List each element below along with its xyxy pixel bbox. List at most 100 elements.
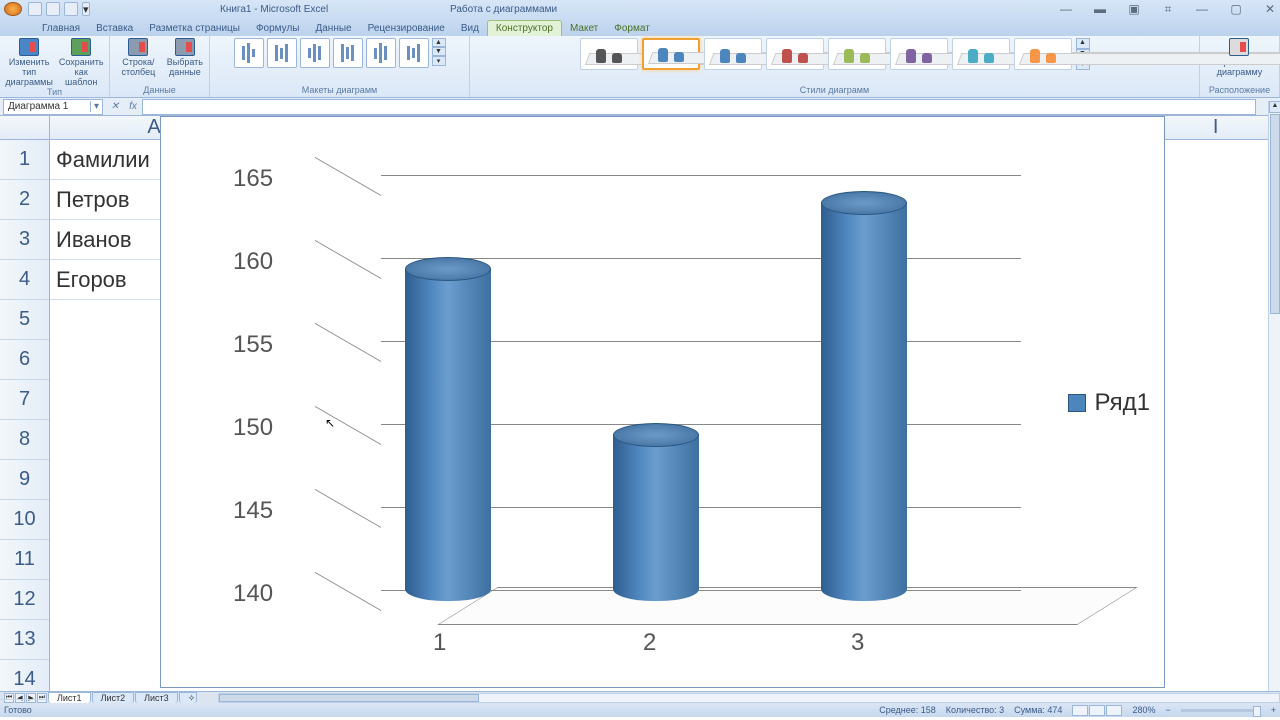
select-data-button[interactable]: Выбрать данные: [167, 38, 203, 77]
ribbon-tabs: Главная Вставка Разметка страницы Формул…: [0, 18, 1280, 36]
tab-data[interactable]: Данные: [307, 21, 359, 36]
row-header-11[interactable]: 11: [0, 540, 49, 580]
unknown-sys-icon-1[interactable]: —: [1060, 3, 1072, 15]
view-normal-icon[interactable]: [1072, 705, 1088, 716]
office-button[interactable]: [4, 2, 22, 16]
layouts-scroll[interactable]: ▲▼▾: [432, 38, 446, 66]
sheet-tab-2[interactable]: Лист2: [92, 692, 135, 703]
chart-floor: [437, 587, 1138, 625]
view-layout-icon[interactable]: [1089, 705, 1105, 716]
status-sum: Сумма: 474: [1014, 705, 1062, 715]
column-header-I[interactable]: I: [1152, 116, 1280, 139]
chart-style-6[interactable]: [890, 38, 948, 70]
name-box-dropdown-icon[interactable]: ▾: [90, 101, 102, 112]
row-header-14[interactable]: 14: [0, 660, 49, 700]
tab-insert[interactable]: Вставка: [88, 21, 141, 36]
undo-icon[interactable]: [46, 2, 60, 16]
zoom-in-icon[interactable]: +: [1271, 705, 1276, 715]
status-count: Количество: 3: [946, 705, 1004, 715]
row-header-6[interactable]: 6: [0, 340, 49, 380]
row-header-5[interactable]: 5: [0, 300, 49, 340]
row-header-10[interactable]: 10: [0, 500, 49, 540]
tab-home[interactable]: Главная: [34, 21, 88, 36]
unknown-sys-icon-4[interactable]: ⌗: [1162, 3, 1174, 15]
tab-layout[interactable]: Макет: [562, 21, 606, 36]
chart-layout-4[interactable]: [333, 38, 363, 68]
unknown-sys-icon-3[interactable]: ▣: [1128, 3, 1140, 15]
tab-format[interactable]: Формат: [606, 21, 658, 36]
mouse-cursor-icon: ↖: [325, 416, 335, 430]
chart-style-3[interactable]: [704, 38, 762, 70]
horizontal-scrollbar[interactable]: [218, 693, 1280, 703]
chart-style-8[interactable]: [1014, 38, 1072, 70]
row-header-13[interactable]: 13: [0, 620, 49, 660]
chart-object[interactable]: 165 160 155 150 145 140: [160, 116, 1165, 688]
chart-layout-2[interactable]: [267, 38, 297, 68]
qat-dropdown-icon[interactable]: ▾: [82, 2, 90, 16]
xcat-2: 2: [643, 629, 656, 657]
save-icon[interactable]: [28, 2, 42, 16]
chart-style-2[interactable]: [642, 38, 700, 70]
chart-legend[interactable]: Ряд1: [1068, 389, 1150, 417]
ytick-150: 150: [233, 414, 273, 442]
chart-bar-1[interactable]: [405, 245, 491, 601]
chart-bar-2[interactable]: [613, 411, 699, 601]
maximize-icon[interactable]: ▢: [1230, 3, 1242, 15]
formula-bar[interactable]: [142, 99, 1256, 115]
window-controls: — ▬ ▣ ⌗ — ▢ ✕: [1060, 0, 1276, 18]
row-header-1[interactable]: 1: [0, 140, 49, 180]
status-bar: Готово Среднее: 158 Количество: 3 Сумма:…: [0, 703, 1280, 717]
switch-row-column-button[interactable]: Строка/столбец: [116, 38, 161, 77]
chart-layout-6[interactable]: [399, 38, 429, 68]
chart-bar-3[interactable]: [821, 179, 907, 601]
worksheet-area[interactable]: ABCDEFGHI 1234567891011121314 ФамилииПет…: [0, 116, 1280, 691]
tab-page-layout[interactable]: Разметка страницы: [141, 21, 248, 36]
xcat-1: 1: [433, 629, 446, 657]
group-styles: ▲▼▾ Стили диаграмм: [470, 36, 1200, 97]
chart-style-1[interactable]: [580, 38, 638, 70]
close-icon[interactable]: ✕: [1264, 3, 1276, 15]
chart-style-4[interactable]: [766, 38, 824, 70]
scroll-up-icon[interactable]: ▲: [1269, 101, 1280, 113]
redo-icon[interactable]: [64, 2, 78, 16]
chart-style-5[interactable]: [828, 38, 886, 70]
vertical-scrollbar[interactable]: ▲: [1268, 101, 1280, 691]
zoom-out-icon[interactable]: −: [1165, 705, 1170, 715]
row-header-9[interactable]: 9: [0, 460, 49, 500]
unknown-sys-icon-2[interactable]: ▬: [1094, 3, 1106, 15]
row-header-2[interactable]: 2: [0, 180, 49, 220]
chart-style-7[interactable]: [952, 38, 1010, 70]
row-header-4[interactable]: 4: [0, 260, 49, 300]
cancel-fx-icon[interactable]: ✕: [106, 101, 124, 112]
view-pagebreak-icon[interactable]: [1106, 705, 1122, 716]
status-ready: Готово: [4, 705, 32, 715]
select-all-corner[interactable]: [0, 116, 50, 139]
chart-layout-3[interactable]: [300, 38, 330, 68]
tab-view[interactable]: Вид: [453, 21, 487, 36]
tab-formulas[interactable]: Формулы: [248, 21, 308, 36]
zoom-slider[interactable]: [1181, 709, 1261, 712]
fx-icon[interactable]: fx: [124, 101, 142, 112]
plot-area[interactable]: 165 160 155 150 145 140: [233, 151, 1013, 631]
status-average: Среднее: 158: [879, 705, 936, 715]
group-type: Изменить тип диаграммы Сохранить как шаб…: [0, 36, 110, 97]
save-as-template-button[interactable]: Сохранить как шаблон: [59, 38, 104, 87]
scroll-thumb[interactable]: [1270, 114, 1280, 314]
tab-design[interactable]: Конструктор: [487, 20, 562, 36]
name-box[interactable]: Диаграмма 1 ▾: [3, 99, 103, 115]
chart-layout-5[interactable]: [366, 38, 396, 68]
row-header-3[interactable]: 3: [0, 220, 49, 260]
new-sheet-button[interactable]: ✧: [179, 692, 197, 703]
sheet-tab-3[interactable]: Лист3: [135, 692, 178, 703]
row-header-12[interactable]: 12: [0, 580, 49, 620]
group-location: Переместить диаграмму Расположение: [1200, 36, 1280, 97]
tab-review[interactable]: Рецензирование: [360, 21, 453, 36]
change-chart-type-button[interactable]: Изменить тип диаграммы: [5, 38, 52, 87]
ytick-140: 140: [233, 580, 273, 608]
chart-layout-1[interactable]: [234, 38, 264, 68]
row-header-7[interactable]: 7: [0, 380, 49, 420]
group-data: Строка/столбец Выбрать данные Данные: [110, 36, 210, 97]
sheet-tab-1[interactable]: Лист1: [48, 692, 91, 703]
row-header-8[interactable]: 8: [0, 420, 49, 460]
minimize-icon[interactable]: —: [1196, 3, 1208, 15]
